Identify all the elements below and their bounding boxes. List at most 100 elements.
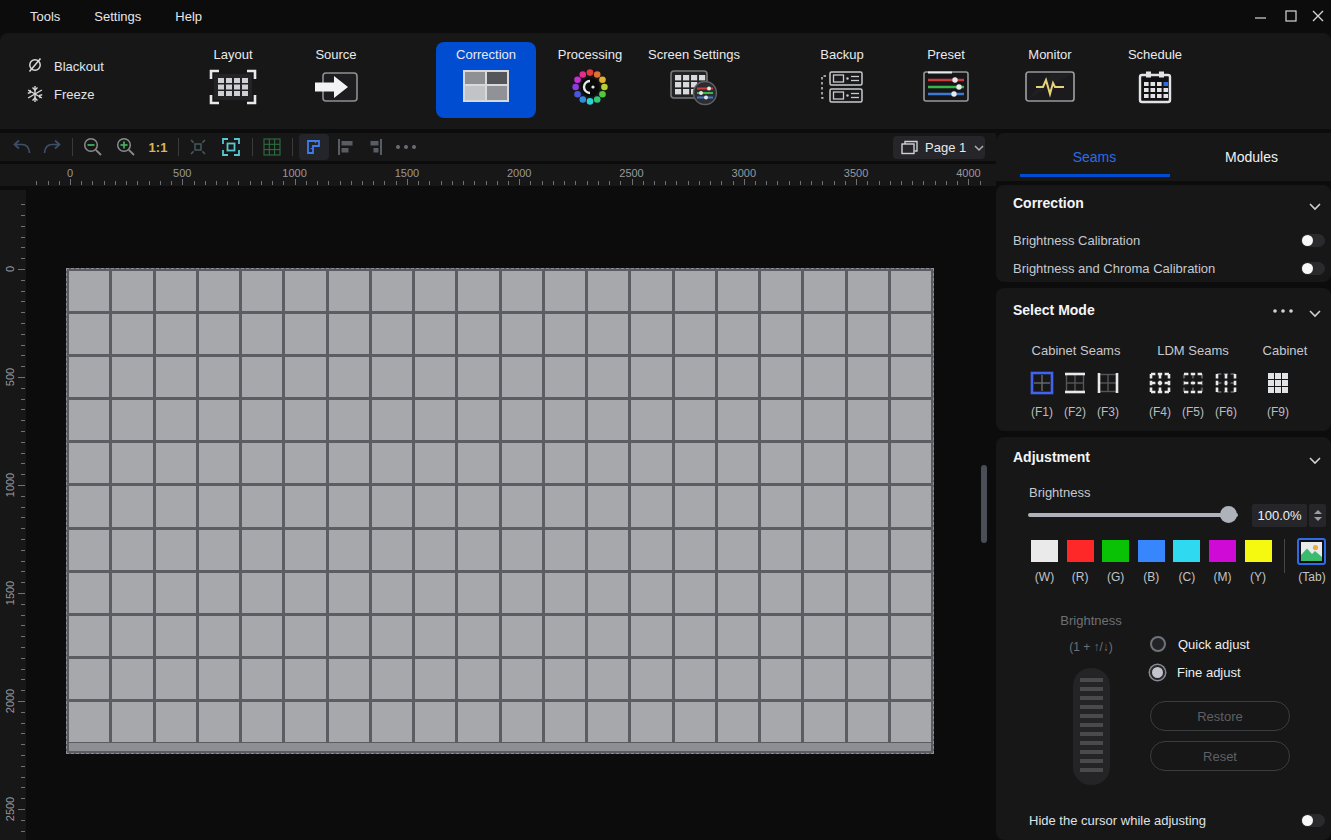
cabinet-cell[interactable] <box>718 702 758 742</box>
radio-quick-adjust[interactable]: Quick adjust <box>1150 636 1250 652</box>
cabinet-cell[interactable] <box>891 400 931 440</box>
cabinet-cell[interactable] <box>69 357 109 397</box>
cabinet-cell[interactable] <box>199 659 239 699</box>
cabinet-cell[interactable] <box>242 659 282 699</box>
cabinet-cell[interactable] <box>242 314 282 354</box>
cabinet-cell[interactable] <box>631 271 671 311</box>
mode-all-seams-button[interactable] <box>1030 371 1054 395</box>
mode-ldm-v-button[interactable] <box>1214 371 1238 395</box>
color-swatch-b[interactable] <box>1138 540 1165 562</box>
cabinet-cell[interactable] <box>458 486 498 526</box>
cabinet-cell[interactable] <box>631 530 671 570</box>
cabinet-cell[interactable] <box>372 616 412 656</box>
cabinet-cell[interactable] <box>761 530 801 570</box>
cabinet-cell[interactable] <box>458 530 498 570</box>
cabinet-cell[interactable] <box>545 271 585 311</box>
cabinet-cell[interactable] <box>69 400 109 440</box>
cabinet-cell[interactable] <box>415 271 455 311</box>
cabinet-cell[interactable] <box>848 271 888 311</box>
cabinet-cell[interactable] <box>112 702 152 742</box>
cabinet-cell[interactable] <box>502 530 542 570</box>
cabinet-cell[interactable] <box>372 486 412 526</box>
cabinet-cell[interactable] <box>112 400 152 440</box>
cabinet-cell[interactable] <box>329 271 369 311</box>
cabinet-cell[interactable] <box>502 443 542 483</box>
cabinet-cell[interactable] <box>631 616 671 656</box>
stepper-down-icon[interactable] <box>1314 517 1322 521</box>
brightness-slider-track[interactable] <box>1028 513 1238 517</box>
menu-tools[interactable]: Tools <box>30 9 60 24</box>
close-button[interactable] <box>1306 0 1331 32</box>
cabinet-cell[interactable] <box>761 659 801 699</box>
mode-h-seams-button[interactable] <box>1063 371 1087 395</box>
brightness-slider-knob[interactable] <box>1220 506 1237 523</box>
toolbar-button-screen-settings[interactable]: Screen Settings <box>644 42 744 118</box>
cabinet-cell[interactable] <box>804 659 844 699</box>
toolbar-button-processing[interactable]: Processing <box>540 42 640 118</box>
cabinet-cell[interactable] <box>112 659 152 699</box>
cabinet-cell[interactable] <box>285 400 325 440</box>
cabinet-cell[interactable] <box>372 357 412 397</box>
cabinet-cell[interactable] <box>329 443 369 483</box>
cabinet-cell[interactable] <box>675 314 715 354</box>
cabinet-cell[interactable] <box>718 357 758 397</box>
cabinet-cell[interactable] <box>329 616 369 656</box>
cabinet-cell[interactable] <box>804 702 844 742</box>
cabinet-cell[interactable] <box>415 659 455 699</box>
cabinet-cell[interactable] <box>415 486 455 526</box>
cabinet-cell[interactable] <box>415 616 455 656</box>
cabinet-cell[interactable] <box>502 659 542 699</box>
cabinet-cell[interactable] <box>718 659 758 699</box>
cabinet-cell[interactable] <box>631 314 671 354</box>
toolbar-button-layout[interactable]: Layout <box>183 42 283 118</box>
cabinet-cell[interactable] <box>242 573 282 613</box>
cabinet-cell[interactable] <box>458 573 498 613</box>
undo-button[interactable] <box>7 133 37 161</box>
cabinet-cell[interactable] <box>761 443 801 483</box>
cabinet-cell[interactable] <box>804 616 844 656</box>
cabinet-cell[interactable] <box>502 486 542 526</box>
cabinet-cell[interactable] <box>156 271 196 311</box>
brightness-value-stepper[interactable] <box>1309 504 1326 527</box>
cabinet-cell[interactable] <box>112 486 152 526</box>
cabinet-cell[interactable] <box>285 659 325 699</box>
redo-button[interactable] <box>37 133 67 161</box>
cabinet-cell[interactable] <box>156 573 196 613</box>
cabinet-cell[interactable] <box>588 400 628 440</box>
cabinet-cell[interactable] <box>502 616 542 656</box>
cabinet-cell[interactable] <box>761 314 801 354</box>
cabinet-cell[interactable] <box>285 530 325 570</box>
cabinet-cell[interactable] <box>588 702 628 742</box>
cabinet-cell[interactable] <box>891 659 931 699</box>
cabinet-cell[interactable] <box>718 443 758 483</box>
cabinet-cell[interactable] <box>631 400 671 440</box>
cabinet-cell[interactable] <box>69 443 109 483</box>
minimize-button[interactable] <box>1246 0 1276 32</box>
cabinet-cell[interactable] <box>372 400 412 440</box>
cabinet-cell[interactable] <box>242 530 282 570</box>
cabinet-cell[interactable] <box>199 443 239 483</box>
blackout-button[interactable]: Blackout <box>26 57 104 75</box>
cabinet-cell[interactable] <box>69 659 109 699</box>
toolbar-button-preset[interactable]: Preset <box>896 42 996 118</box>
cabinet-cell[interactable] <box>588 357 628 397</box>
cabinet-cell[interactable] <box>502 357 542 397</box>
cabinet-cell[interactable] <box>675 357 715 397</box>
restore-button[interactable]: Restore <box>1150 701 1290 731</box>
cabinet-cell[interactable] <box>761 271 801 311</box>
freeze-button[interactable]: Freeze <box>26 85 94 103</box>
cabinet-cell[interactable] <box>502 400 542 440</box>
cabinet-cell[interactable] <box>458 400 498 440</box>
cabinet-cell[interactable] <box>372 573 412 613</box>
cabinet-cell[interactable] <box>372 702 412 742</box>
cabinet-cell[interactable] <box>804 443 844 483</box>
color-swatch-g[interactable] <box>1102 540 1129 562</box>
cabinet-cell[interactable] <box>718 573 758 613</box>
cabinet-cell[interactable] <box>718 271 758 311</box>
cabinet-cell[interactable] <box>761 616 801 656</box>
cabinet-cell[interactable] <box>804 400 844 440</box>
calibration-toggle[interactable] <box>1301 234 1325 247</box>
cabinet-cell[interactable] <box>329 486 369 526</box>
cabinet-cell[interactable] <box>761 486 801 526</box>
cabinet-cell[interactable] <box>848 486 888 526</box>
